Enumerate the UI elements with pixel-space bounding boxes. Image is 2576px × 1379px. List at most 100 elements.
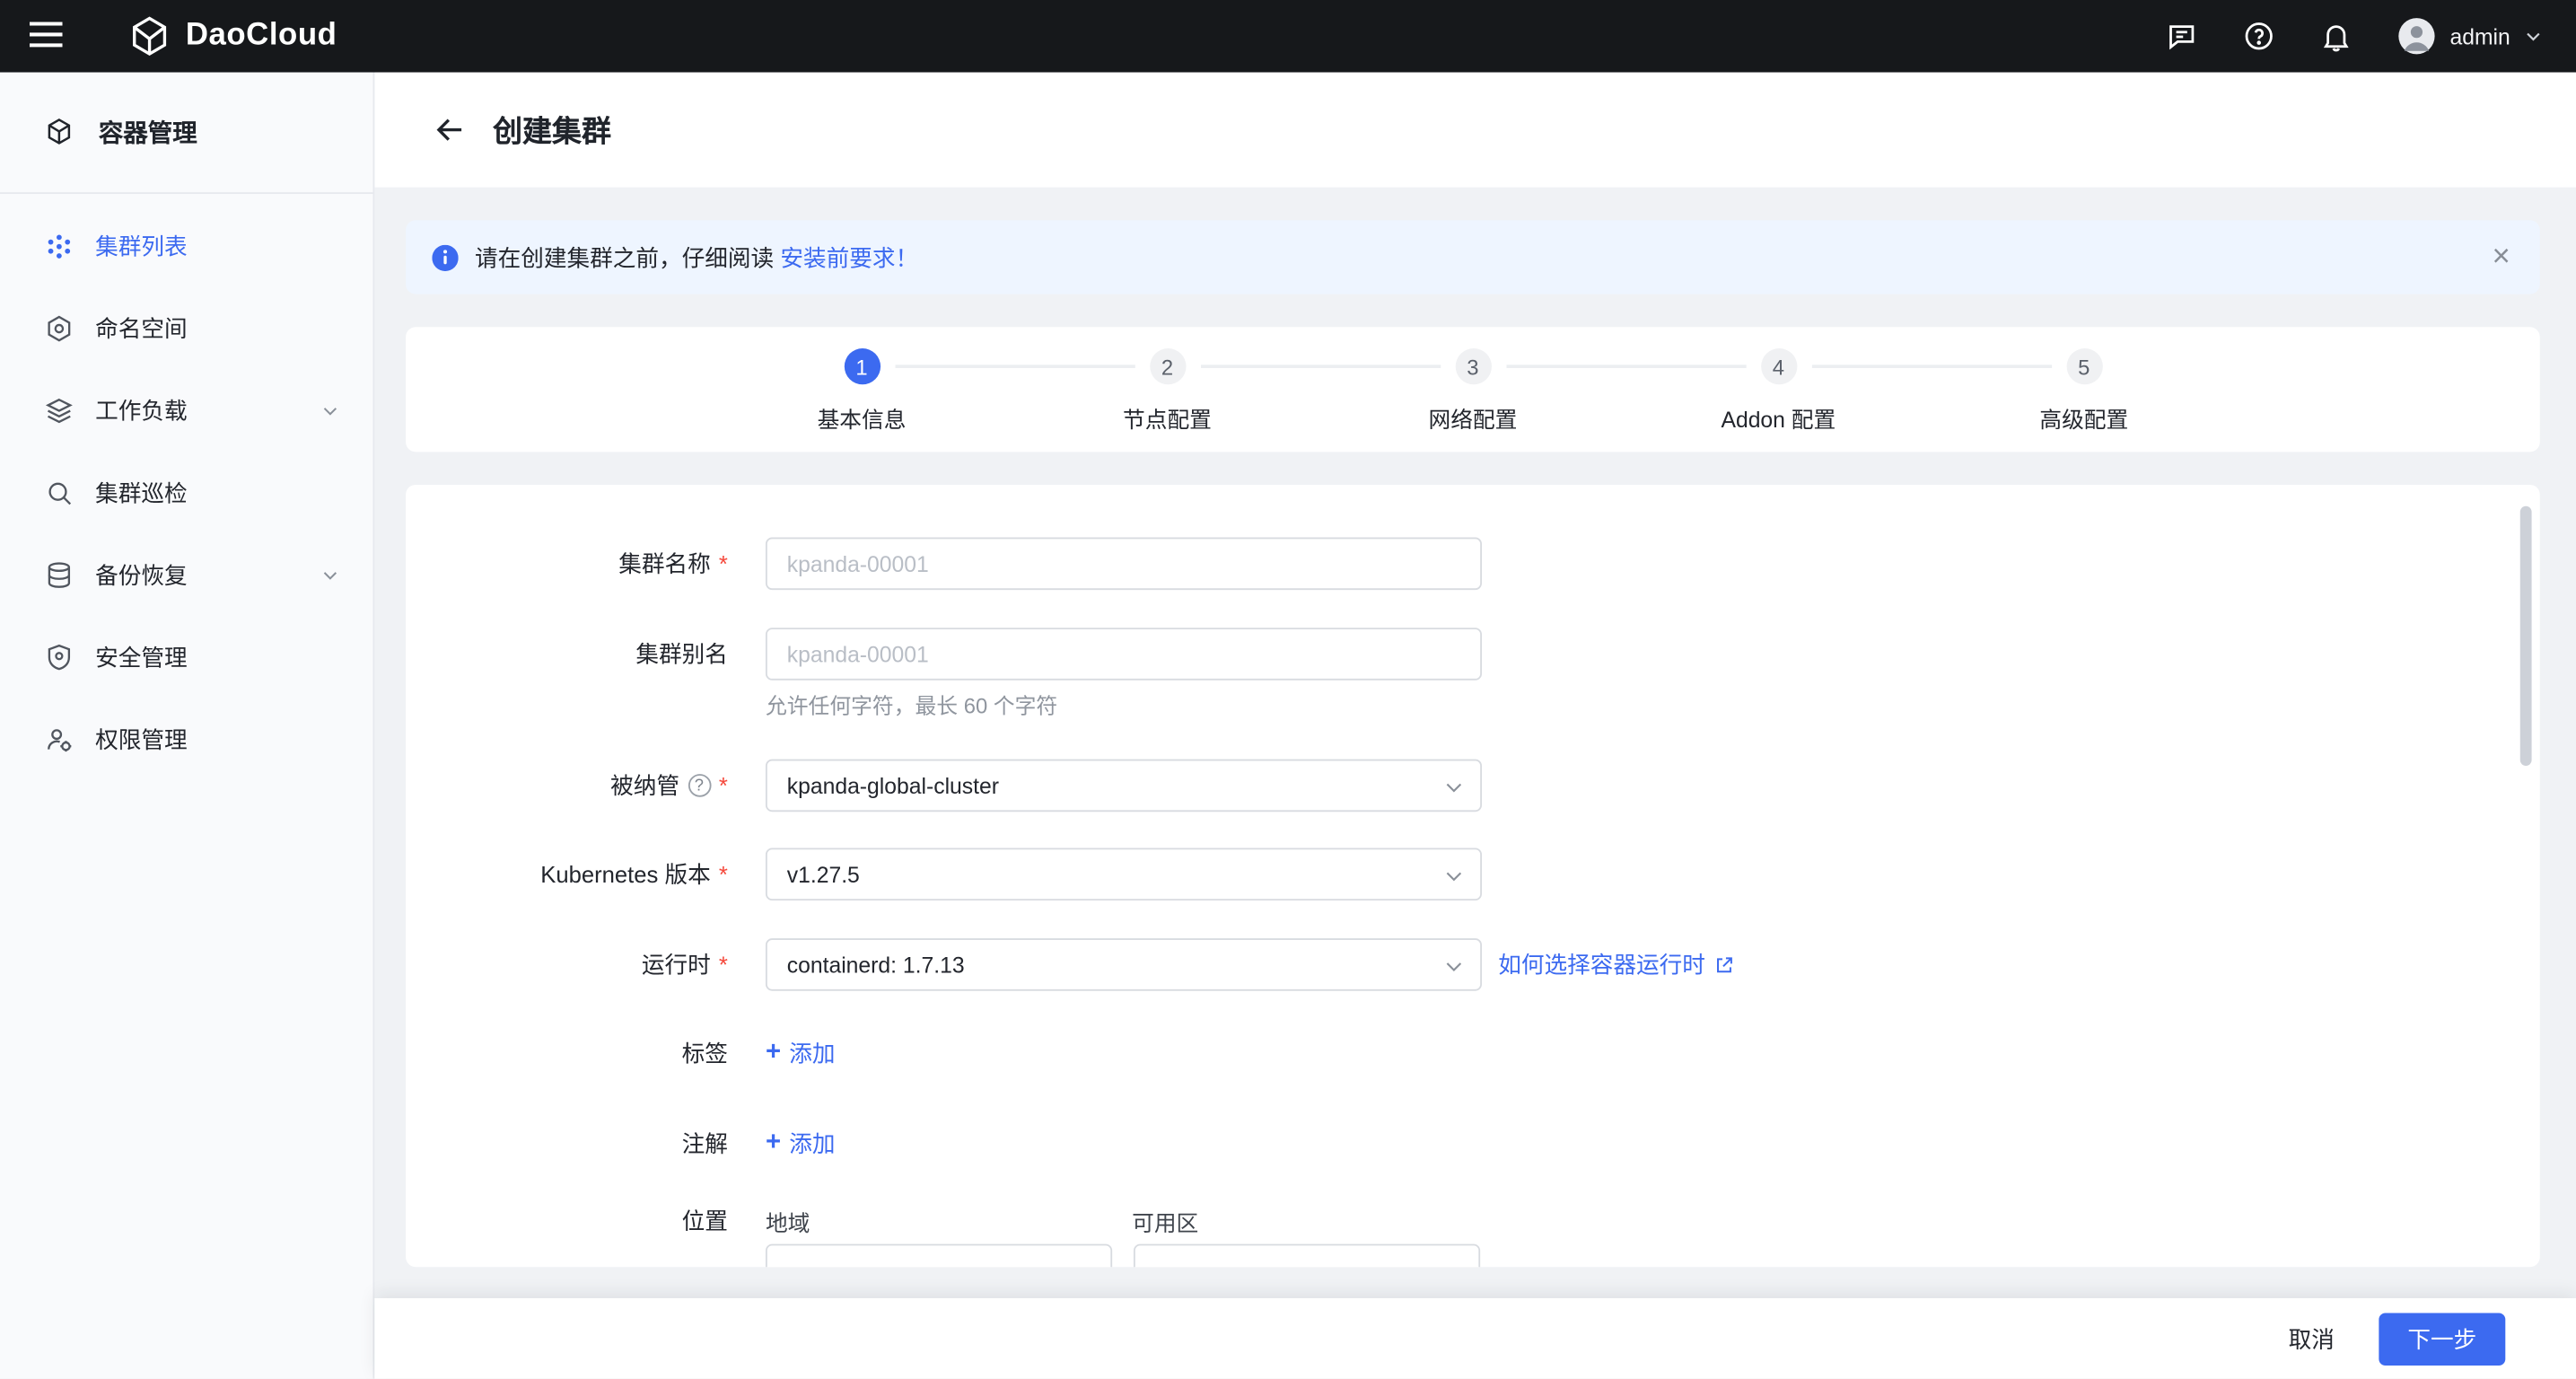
- annotations-label-wrap: 注解: [406, 1128, 728, 1161]
- page-header: 创建集群: [374, 72, 2576, 188]
- sidebar-item-label: 权限管理: [95, 726, 188, 753]
- help-button[interactable]: [2243, 20, 2276, 53]
- pre-install-requirements-link[interactable]: 安装前要求！: [780, 241, 918, 274]
- sidebar-item-label: 命名空间: [95, 315, 188, 342]
- step-number: 5: [2065, 348, 2102, 385]
- region-input[interactable]: [765, 1243, 1113, 1268]
- step-node-config[interactable]: 2 节点配置: [894, 348, 1319, 452]
- form-scrollbar[interactable]: [2519, 505, 2532, 766]
- step-basic-info[interactable]: 1 基本信息: [709, 348, 1014, 452]
- sidebar-item-workload[interactable]: 工作负载: [0, 370, 372, 452]
- step-number: 2: [1149, 348, 1186, 385]
- form-row-k8s-version: Kubernetes 版本 * v1.27.5: [406, 848, 2540, 901]
- step-label: 高级配置: [2039, 407, 2129, 433]
- cluster-name-input[interactable]: [765, 537, 1482, 591]
- notifications-button[interactable]: [2320, 20, 2353, 53]
- sidebar-item-label: 备份恢复: [95, 561, 188, 589]
- message-icon: [2166, 20, 2199, 53]
- workload-icon: [44, 396, 74, 426]
- screen: DaoCloud admin 容器管理 集群列表 命名空间 工作负载 集群巡检 …: [0, 0, 2576, 1379]
- arrow-left-icon: [432, 111, 468, 147]
- sidebar-item-cluster-list[interactable]: 集群列表: [0, 206, 372, 288]
- close-icon: ×: [2492, 240, 2510, 275]
- cluster-name-label: 集群名称: [618, 550, 711, 577]
- sidebar-item-label: 安全管理: [95, 644, 188, 671]
- form-row-annotations: 注解 + 添加: [406, 1126, 2540, 1162]
- runtime-help-link-text: 如何选择容器运行时: [1498, 951, 1705, 979]
- menu-toggle-button[interactable]: [26, 16, 66, 56]
- runtime-value: containerd: 1.7.13: [786, 952, 965, 978]
- daocloud-logo-icon: [128, 14, 171, 57]
- location-label: 位置: [681, 1208, 728, 1234]
- required-asterisk: *: [718, 861, 728, 888]
- zone-input[interactable]: [1133, 1243, 1481, 1268]
- brand-name: DaoCloud: [185, 18, 337, 53]
- chevron-down-icon: [1442, 776, 1466, 799]
- chevron-down-icon: [320, 401, 340, 421]
- brand[interactable]: DaoCloud: [128, 14, 337, 57]
- cluster-alias-helper: 允许任何字符，最长 60 个字符: [765, 693, 1058, 718]
- namespace-icon: [44, 314, 74, 344]
- next-step-button[interactable]: 下一步: [2379, 1312, 2506, 1366]
- sidebar-item-label: 集群列表: [95, 233, 188, 260]
- sidebar-item-permissions[interactable]: 权限管理: [0, 698, 372, 781]
- backup-restore-icon: [44, 560, 74, 590]
- step-number: 1: [843, 348, 881, 385]
- managed-by-value: kpanda-global-cluster: [786, 773, 999, 798]
- hamburger-icon: [29, 21, 63, 52]
- required-asterisk: *: [718, 550, 728, 577]
- page-title: 创建集群: [493, 115, 611, 148]
- sidebar-item-backup-restore[interactable]: 备份恢复: [0, 534, 372, 617]
- step-network-config[interactable]: 3 网络配置: [1200, 348, 1625, 452]
- step-advanced-config[interactable]: 5 高级配置: [1810, 348, 2237, 452]
- cluster-alias-label-wrap: 集群别名: [406, 637, 728, 671]
- sidebar-item-namespace[interactable]: 命名空间: [0, 287, 372, 370]
- required-asterisk: *: [718, 772, 728, 799]
- form-row-labels: 标签 + 添加: [406, 1035, 2540, 1071]
- alert-text: 请在创建集群之前，仔细阅读: [474, 243, 775, 271]
- back-button[interactable]: [431, 110, 470, 150]
- form-row-location-inputs: [406, 1243, 2540, 1268]
- k8s-version-label-wrap: Kubernetes 版本 *: [406, 857, 728, 891]
- user-gear-icon: [44, 725, 74, 754]
- cancel-button[interactable]: 取消: [2289, 1322, 2335, 1356]
- step-label: 网络配置: [1428, 407, 1518, 433]
- sidebar-item-security[interactable]: 安全管理: [0, 616, 372, 698]
- form-row-runtime: 运行时 * containerd: 1.7.13 如何选择容器运行时: [406, 938, 2540, 991]
- shield-icon: [44, 643, 74, 672]
- cluster-alias-label: 集群别名: [635, 640, 728, 668]
- k8s-version-select[interactable]: v1.27.5: [765, 848, 1482, 901]
- chevron-down-icon: [1442, 954, 1466, 978]
- chevron-down-icon: [1442, 865, 1466, 888]
- sidebar-item-label: 集群巡检: [95, 479, 188, 506]
- step-number: 4: [1760, 348, 1797, 385]
- cluster-alias-input[interactable]: [765, 628, 1482, 681]
- question-circle-icon[interactable]: ?: [688, 774, 711, 797]
- add-label-button[interactable]: + 添加: [766, 1037, 836, 1070]
- external-link-icon: [1713, 954, 1735, 976]
- sidebar-nav: 集群列表 命名空间 工作负载 集群巡检 备份恢复 安全管理 权限管理: [0, 194, 372, 780]
- location-label-wrap: 位置: [406, 1205, 728, 1238]
- sidebar-item-label: 工作负载: [95, 397, 188, 425]
- form-row-cluster-name: 集群名称 *: [406, 537, 2540, 591]
- step-addon-config[interactable]: 4 Addon 配置: [1505, 348, 1931, 452]
- sidebar-item-cluster-inspection[interactable]: 集群巡检: [0, 452, 372, 534]
- step-label: Addon 配置: [1721, 407, 1836, 433]
- messages-button[interactable]: [2166, 20, 2199, 53]
- form-row-cluster-alias: 集群别名: [406, 628, 2540, 681]
- managed-by-select[interactable]: kpanda-global-cluster: [765, 759, 1482, 812]
- user-menu[interactable]: admin: [2397, 16, 2544, 56]
- alert-close-button[interactable]: ×: [2492, 242, 2510, 273]
- add-annotation-button[interactable]: + 添加: [766, 1128, 836, 1161]
- chevron-down-icon: [320, 566, 340, 585]
- k8s-version-label: Kubernetes 版本: [540, 861, 711, 888]
- runtime-help-link[interactable]: 如何选择容器运行时: [1498, 948, 1735, 981]
- region-label: 地域: [765, 1210, 810, 1236]
- runtime-select[interactable]: containerd: 1.7.13: [765, 938, 1482, 991]
- username: admin: [2449, 23, 2510, 48]
- help-icon: [2243, 20, 2276, 53]
- sidebar-header: 容器管理: [0, 73, 373, 194]
- step-label: 节点配置: [1123, 407, 1212, 433]
- container-management-icon: [44, 116, 77, 149]
- cluster-list-icon: [44, 232, 74, 261]
